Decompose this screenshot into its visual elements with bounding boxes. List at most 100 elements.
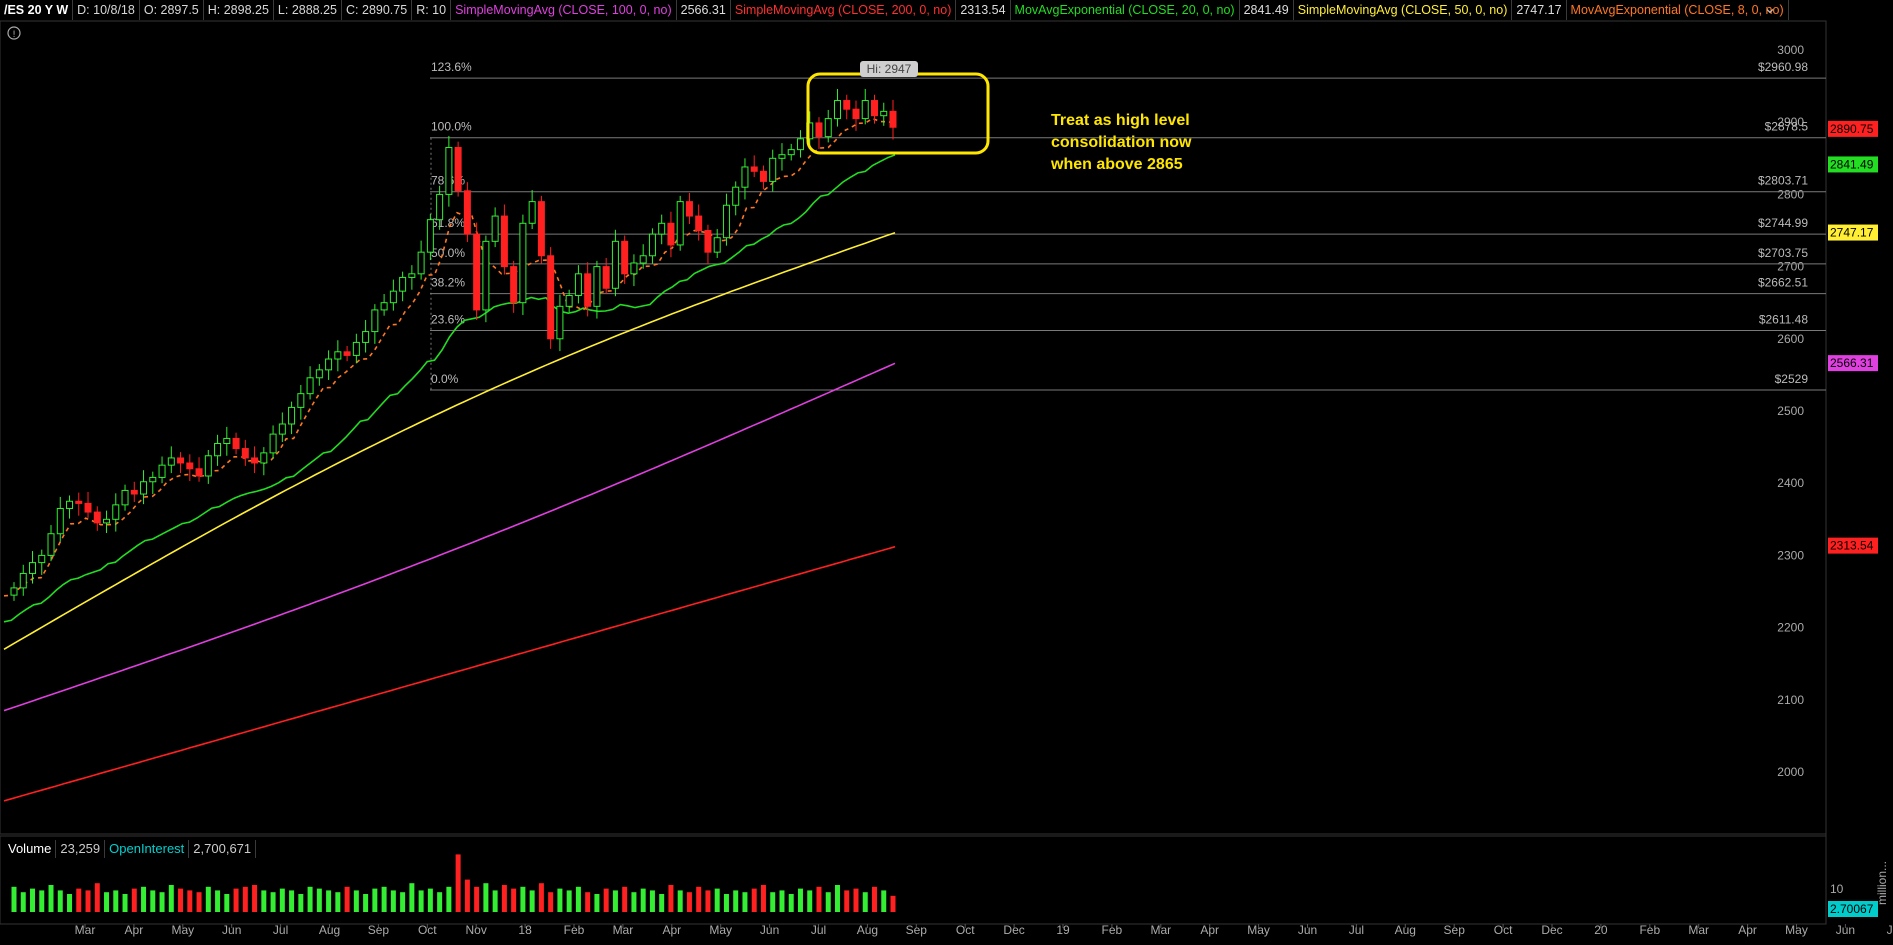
fib-price-label: $2529 [1775, 372, 1809, 386]
x-tick-label: Mar [613, 923, 634, 937]
volume-value: 23,259 [56, 840, 106, 858]
volume-bar [381, 886, 387, 912]
volume-bar [20, 892, 26, 912]
fib-price-label: $2662.51 [1758, 276, 1808, 290]
candle-body [537, 201, 545, 257]
x-tick-label: Aug [319, 923, 340, 937]
price-badge-value: 2566.31 [1830, 356, 1874, 370]
candle-body [621, 240, 629, 275]
candle-body [880, 110, 888, 117]
candle-body [66, 500, 74, 509]
x-tick-label: Mar [75, 923, 96, 937]
y-axis: 3000290028002700260025002400230022002100… [1777, 43, 1804, 779]
x-tick-label: Jun [1836, 923, 1855, 937]
candle-body [186, 462, 194, 470]
volume-bars: 10 million...2.70067 [11, 854, 1889, 917]
fib-price-label: $2960.98 [1758, 60, 1808, 74]
candle-body [389, 290, 397, 304]
candle-body [195, 468, 203, 477]
chart-frame [0, 20, 1827, 835]
volume-badge-value: 2.70067 [1830, 902, 1874, 916]
candle-body [223, 437, 231, 444]
x-tick-label: May [1247, 923, 1270, 937]
volume-bar [141, 886, 147, 912]
x-tick-label: Jul [1349, 923, 1364, 937]
volume-bar [862, 892, 868, 912]
candle-body [84, 502, 92, 513]
price-chart[interactable]: 3000290028002700260025002400230022002100… [0, 0, 1893, 945]
annotation-line: Treat as high level [1051, 112, 1190, 129]
volume-bar [696, 886, 702, 912]
candle-body [704, 230, 712, 253]
volume-bar [94, 883, 100, 912]
volume-bar [400, 892, 406, 912]
volume-bar [760, 885, 766, 912]
volume-bar [677, 890, 683, 912]
volume-bar [76, 888, 82, 912]
candle-body [47, 533, 55, 556]
hi-label: Hi: 2947 [867, 62, 912, 76]
candle-body [796, 138, 804, 151]
volume-bar [409, 883, 415, 912]
volume-bar [455, 854, 461, 912]
volume-bar [113, 890, 119, 912]
candle-body [417, 251, 425, 275]
volume-bar [270, 892, 276, 912]
y-tick-label: 2600 [1777, 332, 1804, 346]
volume-bar [363, 894, 369, 912]
candle-body [833, 100, 841, 120]
candle-body [593, 266, 601, 307]
volume-bar [150, 890, 156, 912]
fib-price-label: $2744.99 [1758, 216, 1808, 230]
volume-bar [557, 888, 563, 912]
y-tick-label: 2100 [1777, 693, 1804, 707]
info-icon[interactable]: ! [7, 26, 21, 40]
volume-bar [85, 890, 91, 912]
volume-bar [511, 888, 517, 912]
candle-body [269, 433, 277, 454]
candle-body [352, 341, 360, 356]
volume-bar [612, 890, 618, 912]
candle-body [510, 266, 518, 304]
candle-body [602, 266, 610, 289]
x-tick-label: Aug [1395, 923, 1416, 937]
volume-bar [279, 888, 285, 912]
volume-bar [464, 879, 470, 912]
price-badge-value: 2747.17 [1830, 226, 1874, 240]
volume-bar [390, 890, 396, 912]
volume-bar [353, 890, 359, 912]
candle-body [241, 448, 249, 459]
x-tick-label: 19 [1056, 923, 1070, 937]
x-tick-label: Feb [1639, 923, 1660, 937]
candle-body [38, 554, 46, 564]
y-tick-label: 2800 [1777, 187, 1804, 201]
fibonacci-levels: 123.6%$2960.98100.0%$2878.578.6%$2803.71… [430, 60, 1826, 391]
volume-bar [122, 894, 128, 912]
x-tick-label: Apr [662, 923, 681, 937]
candle-body [436, 193, 444, 221]
candle-body [676, 201, 684, 246]
candle-body [556, 305, 564, 340]
x-tick-label: Apr [125, 923, 144, 937]
candle-body [713, 237, 721, 253]
price-badge-value: 2313.54 [1830, 539, 1874, 553]
volume-bar [751, 888, 757, 912]
volume-bar [788, 894, 794, 912]
volume-bar [326, 890, 332, 912]
fib-percent-label: 123.6% [431, 60, 472, 74]
fib-price-label: $2703.75 [1758, 246, 1808, 260]
candle-body [288, 406, 296, 425]
moving-average-line [3, 362, 896, 712]
candle-body [56, 507, 64, 535]
volume-bar [853, 888, 859, 912]
volume-bar [344, 886, 350, 912]
candle-body [260, 452, 268, 464]
fib-price-label: $2803.71 [1758, 174, 1808, 188]
volume-bar [797, 888, 803, 912]
candle-body [759, 170, 767, 182]
candle-body [528, 201, 536, 224]
y-tick-label: 2700 [1777, 260, 1804, 274]
candle-body [639, 255, 647, 264]
candle-body [343, 351, 351, 356]
x-tick-label: May [709, 923, 732, 937]
